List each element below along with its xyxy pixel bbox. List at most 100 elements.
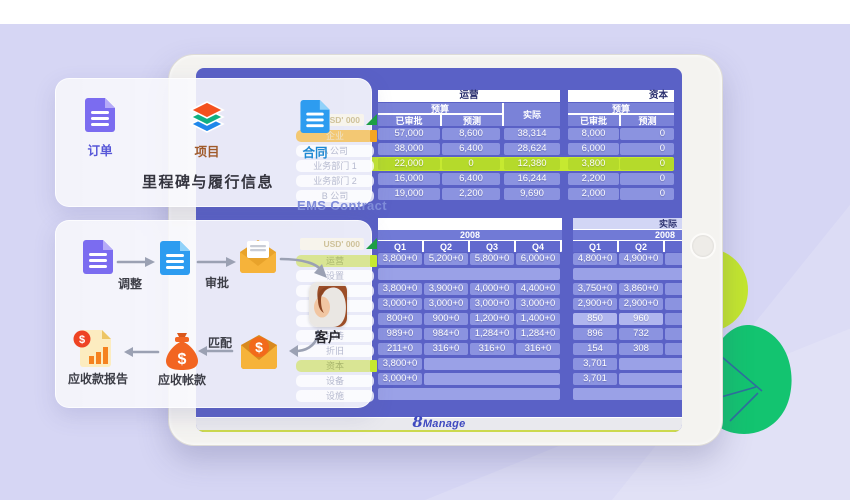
brand-logo-text: Manage (423, 418, 466, 430)
value-cell[interactable]: 989+0 (378, 328, 422, 340)
value-cell[interactable]: 850 (573, 313, 617, 325)
operating-cell[interactable]: 2,200 (442, 188, 500, 200)
workflow-card (55, 220, 372, 408)
empty-cell[interactable] (665, 283, 682, 295)
quarter-header[interactable]: Q4 (516, 241, 560, 252)
value-cell[interactable]: 960 (619, 313, 663, 325)
operating-cell[interactable]: 8,600 (442, 128, 500, 140)
value-cell[interactable]: 3,701 (573, 358, 617, 370)
quarter-header[interactable] (665, 241, 682, 252)
operating-cell[interactable]: 9,690 (504, 188, 560, 200)
value-cell[interactable]: 154 (573, 343, 617, 355)
capital-cell[interactable]: 0 (620, 143, 674, 155)
capital-cell[interactable]: 2,000 (568, 188, 619, 200)
value-cell[interactable]: 3,860+0 (619, 283, 663, 295)
empty-cell[interactable] (665, 328, 682, 340)
capital-cell[interactable]: 2,200 (568, 173, 619, 185)
operating-cell[interactable]: 0 (442, 158, 500, 170)
operating-cell[interactable]: 16,244 (504, 173, 560, 185)
value-cell[interactable]: 4,800+0 (573, 253, 617, 265)
value-cell[interactable]: 3,000+0 (470, 298, 514, 310)
quarter-header[interactable]: Q3 (470, 241, 514, 252)
operating-cell[interactable]: 6,400 (442, 173, 500, 185)
value-cell[interactable]: 3,900+0 (424, 283, 468, 295)
value-cell[interactable]: 3,000+0 (378, 298, 422, 310)
operating-cell[interactable]: 12,380 (504, 158, 560, 170)
empty-cell[interactable] (378, 268, 560, 280)
empty-cell[interactable] (424, 358, 560, 370)
value-cell[interactable]: 2,900+0 (573, 298, 617, 310)
value-cell[interactable]: 5,200+0 (424, 253, 468, 265)
value-cell[interactable]: 3,800+0 (378, 283, 422, 295)
value-cell[interactable]: 3,701 (573, 373, 617, 385)
capital-cell[interactable]: 0 (620, 158, 674, 170)
operating-cell[interactable]: 28,624 (504, 143, 560, 155)
capital-cell[interactable]: 0 (620, 188, 674, 200)
value-cell[interactable]: 900+0 (424, 313, 468, 325)
operating-cell[interactable]: 6,400 (442, 143, 500, 155)
empty-cell[interactable] (424, 373, 560, 385)
value-cell[interactable]: 1,284+0 (516, 328, 560, 340)
capital-cell[interactable]: 0 (620, 128, 674, 140)
operating-cell[interactable]: 19,000 (378, 188, 440, 200)
approved-header: 已审批 (568, 115, 619, 126)
approved-header: 已审批 (378, 115, 440, 126)
value-cell[interactable]: 800+0 (378, 313, 422, 325)
empty-cell[interactable] (619, 358, 682, 370)
operating-cell[interactable]: 57,000 (378, 128, 440, 140)
value-cell[interactable]: 3,000+0 (516, 298, 560, 310)
budget-group-header: 预算 (已审批+预算) (378, 218, 562, 229)
operating-cell[interactable]: 22,000 (378, 158, 440, 170)
value-cell[interactable]: 308 (619, 343, 663, 355)
value-cell[interactable]: 2,900+0 (619, 298, 663, 310)
tablet-camera-button (690, 233, 716, 259)
marketing-illustration: 运营资本预算实际已审批预测预算已审批预测57,0008,60038,3148,0… (0, 0, 850, 500)
forecast-header: 预测 (442, 115, 502, 126)
empty-cell[interactable] (665, 313, 682, 325)
value-cell[interactable]: 984+0 (424, 328, 468, 340)
quarter-header[interactable]: Q2 (424, 241, 468, 252)
value-cell[interactable]: 316+0 (516, 343, 560, 355)
empty-cell[interactable] (665, 253, 682, 265)
empty-cell[interactable] (665, 298, 682, 310)
empty-cell[interactable] (619, 373, 682, 385)
quarter-header[interactable]: Q1 (378, 241, 422, 252)
operating-header-block: 预算实际已审批预测 (378, 103, 560, 126)
capital-cell[interactable]: 6,000 (568, 143, 619, 155)
value-cell[interactable]: 6,000+0 (516, 253, 560, 265)
value-cell[interactable]: 3,800+0 (378, 253, 422, 265)
year-header: 2008 (573, 230, 682, 240)
empty-cell[interactable] (573, 388, 682, 400)
value-cell[interactable]: 3,000+0 (378, 373, 422, 385)
capital-cell[interactable]: 3,800 (568, 158, 619, 170)
quarter-header[interactable]: Q1 (573, 241, 617, 252)
value-cell[interactable]: 3,800+0 (378, 358, 422, 370)
operating-cell[interactable]: 16,000 (378, 173, 440, 185)
capital-cell[interactable]: 0 (620, 173, 674, 185)
operating-cell[interactable]: 38,314 (504, 128, 560, 140)
accent-line (196, 430, 682, 432)
value-cell[interactable]: 3,750+0 (573, 283, 617, 295)
value-cell[interactable]: 4,000+0 (470, 283, 514, 295)
value-cell[interactable]: 3,000+0 (424, 298, 468, 310)
brand-logo-8: 8 (412, 415, 422, 430)
value-cell[interactable]: 316+0 (470, 343, 514, 355)
value-cell[interactable]: 732 (619, 328, 663, 340)
brand-logo: 8Manage (359, 415, 519, 430)
value-cell[interactable]: 896 (573, 328, 617, 340)
value-cell[interactable]: 5,800+0 (470, 253, 514, 265)
value-cell[interactable]: 1,400+0 (516, 313, 560, 325)
operating-cell[interactable]: 38,000 (378, 143, 440, 155)
capital-header-block: 预算已审批预测 (568, 103, 674, 126)
value-cell[interactable]: 4,900+0 (619, 253, 663, 265)
capital-cell[interactable]: 8,000 (568, 128, 619, 140)
value-cell[interactable]: 316+0 (424, 343, 468, 355)
value-cell[interactable]: 211+0 (378, 343, 422, 355)
empty-cell[interactable] (378, 388, 560, 400)
value-cell[interactable]: 1,284+0 (470, 328, 514, 340)
value-cell[interactable]: 1,200+0 (470, 313, 514, 325)
empty-cell[interactable] (573, 268, 682, 280)
value-cell[interactable]: 4,400+0 (516, 283, 560, 295)
quarter-header[interactable]: Q2 (619, 241, 663, 252)
empty-cell[interactable] (665, 343, 682, 355)
